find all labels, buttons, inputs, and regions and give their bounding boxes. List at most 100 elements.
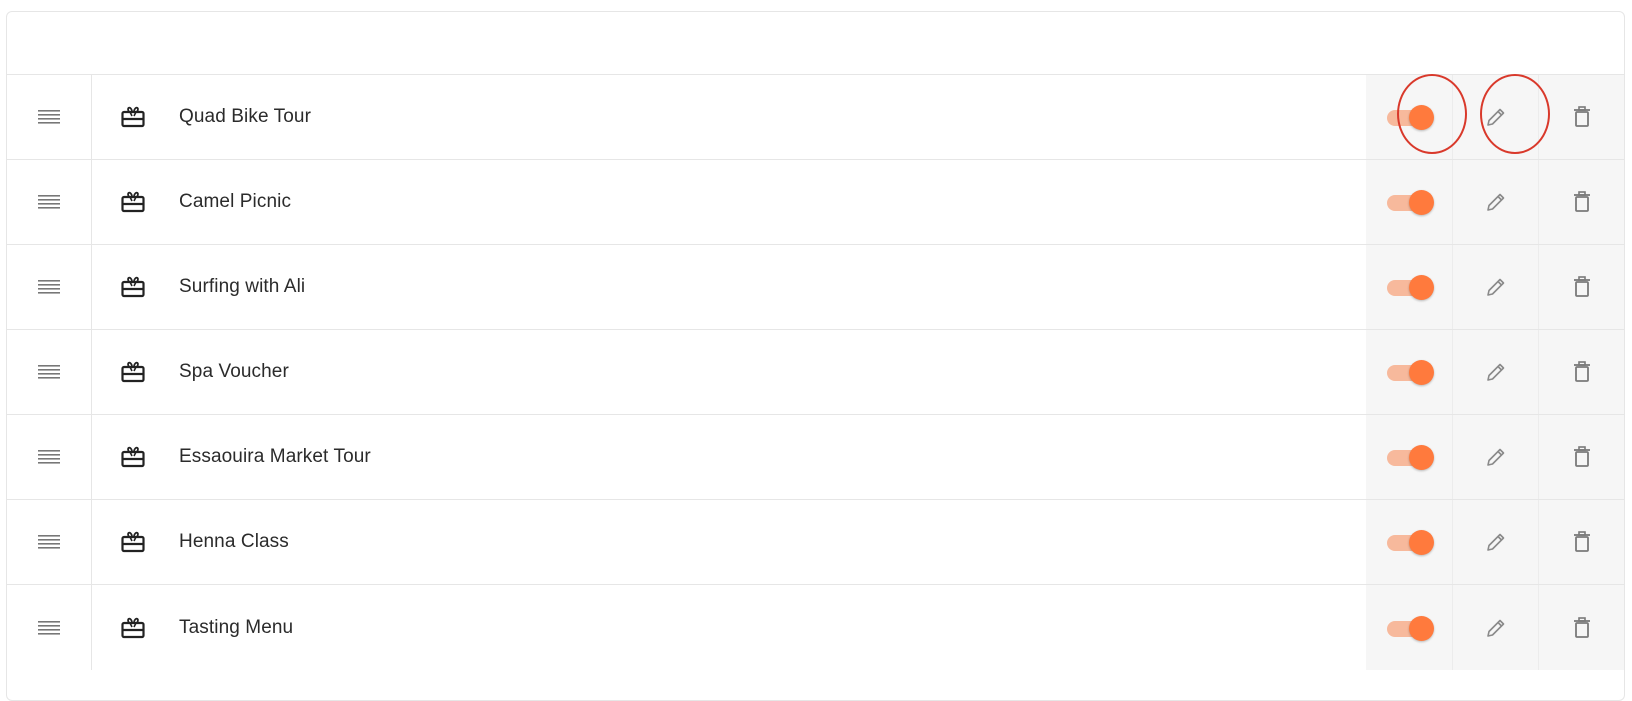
enabled-toggle-cell (1366, 585, 1452, 670)
enabled-toggle[interactable] (1387, 190, 1434, 215)
delete-cell (1538, 160, 1624, 244)
edit-cell (1452, 330, 1538, 414)
item-cell: Henna Class (92, 500, 1366, 584)
trash-icon (1573, 361, 1590, 382)
list-item: Spa Voucher (7, 330, 1624, 415)
pencil-icon (1486, 448, 1504, 466)
trash-icon (1573, 531, 1590, 552)
edit-cell (1452, 500, 1538, 584)
item-cell: Essaouira Market Tour (92, 415, 1366, 499)
edit-button[interactable] (1476, 267, 1516, 307)
edit-button[interactable] (1476, 522, 1516, 562)
delete-cell (1538, 245, 1624, 329)
delete-cell (1538, 585, 1624, 670)
enabled-toggle-cell (1366, 160, 1452, 244)
drag-handle[interactable] (7, 160, 92, 244)
enabled-toggle[interactable] (1387, 445, 1434, 470)
item-cell: Camel Picnic (92, 160, 1366, 244)
trash-icon (1573, 446, 1590, 467)
drag-handle[interactable] (7, 245, 92, 329)
item-cell: Quad Bike Tour (92, 75, 1366, 159)
pencil-icon (1486, 363, 1504, 381)
edit-cell (1452, 75, 1538, 159)
drag-handle[interactable] (7, 500, 92, 584)
drag-handle-icon[interactable] (38, 620, 60, 636)
toggle-knob (1409, 190, 1434, 215)
pencil-icon (1486, 533, 1504, 551)
gift-card-icon (120, 105, 146, 129)
edit-button[interactable] (1476, 352, 1516, 392)
trash-icon (1573, 191, 1590, 212)
gift-card-icon (120, 190, 146, 214)
drag-handle-icon[interactable] (38, 109, 60, 125)
gift-card-icon (120, 616, 146, 640)
toggle-knob (1409, 615, 1434, 641)
item-cell: Spa Voucher (92, 330, 1366, 414)
toggle-knob (1409, 360, 1434, 385)
drag-handle[interactable] (7, 330, 92, 414)
delete-button[interactable] (1562, 522, 1602, 562)
enabled-toggle-cell (1366, 500, 1452, 584)
enabled-toggle-cell (1366, 415, 1452, 499)
enabled-toggle[interactable] (1387, 615, 1434, 641)
enabled-toggle-cell (1366, 75, 1452, 159)
edit-button[interactable] (1476, 608, 1516, 648)
drag-handle-icon[interactable] (38, 364, 60, 380)
delete-button[interactable] (1562, 437, 1602, 477)
gift-card-icon (120, 530, 146, 554)
card-header (7, 12, 1624, 75)
drag-handle[interactable] (7, 585, 92, 670)
edit-button[interactable] (1476, 437, 1516, 477)
item-cell: Tasting Menu (92, 585, 1366, 670)
enabled-toggle-cell (1366, 330, 1452, 414)
pencil-icon (1486, 108, 1504, 126)
trash-icon (1573, 616, 1590, 638)
gift-card-icon (120, 275, 146, 299)
delete-cell (1538, 500, 1624, 584)
enabled-toggle[interactable] (1387, 530, 1434, 555)
enabled-toggle[interactable] (1387, 360, 1434, 385)
trash-icon (1573, 276, 1590, 297)
item-name: Surfing with Ali (179, 276, 306, 297)
drag-handle-icon[interactable] (38, 534, 60, 550)
drag-handle[interactable] (7, 415, 92, 499)
edit-cell (1452, 160, 1538, 244)
item-name: Camel Picnic (179, 191, 292, 212)
delete-cell (1538, 330, 1624, 414)
toggle-knob (1409, 445, 1434, 470)
delete-button[interactable] (1562, 267, 1602, 307)
gift-card-icon (120, 445, 146, 469)
item-cell: Surfing with Ali (92, 245, 1366, 329)
delete-button[interactable] (1562, 608, 1602, 648)
gift-card-icon (120, 360, 146, 384)
toggle-knob (1409, 530, 1434, 555)
edit-button[interactable] (1476, 182, 1516, 222)
delete-cell (1538, 75, 1624, 159)
pencil-icon (1486, 278, 1504, 296)
pencil-icon (1486, 193, 1504, 211)
item-name: Tasting Menu (179, 616, 294, 638)
enabled-toggle[interactable] (1387, 105, 1434, 130)
gift-list: Quad Bike Tour Camel Picnic Surfing with… (7, 75, 1624, 670)
delete-button[interactable] (1562, 97, 1602, 137)
drag-handle-icon[interactable] (38, 194, 60, 210)
list-item: Henna Class (7, 500, 1624, 585)
delete-button[interactable] (1562, 182, 1602, 222)
trash-icon (1573, 106, 1590, 127)
gift-list-card: Quad Bike Tour Camel Picnic Surfing with… (6, 11, 1625, 701)
delete-button[interactable] (1562, 352, 1602, 392)
item-name: Essaouira Market Tour (179, 446, 371, 467)
enabled-toggle[interactable] (1387, 275, 1434, 300)
drag-handle-icon[interactable] (38, 279, 60, 295)
edit-cell (1452, 585, 1538, 670)
list-item: Quad Bike Tour (7, 75, 1624, 160)
drag-handle-icon[interactable] (38, 449, 60, 465)
enabled-toggle-cell (1366, 245, 1452, 329)
toggle-knob (1409, 105, 1434, 130)
edit-button[interactable] (1476, 97, 1516, 137)
list-item: Camel Picnic (7, 160, 1624, 245)
pencil-icon (1486, 619, 1504, 637)
item-name: Henna Class (179, 531, 289, 552)
item-name: Quad Bike Tour (179, 106, 312, 127)
drag-handle[interactable] (7, 75, 92, 159)
